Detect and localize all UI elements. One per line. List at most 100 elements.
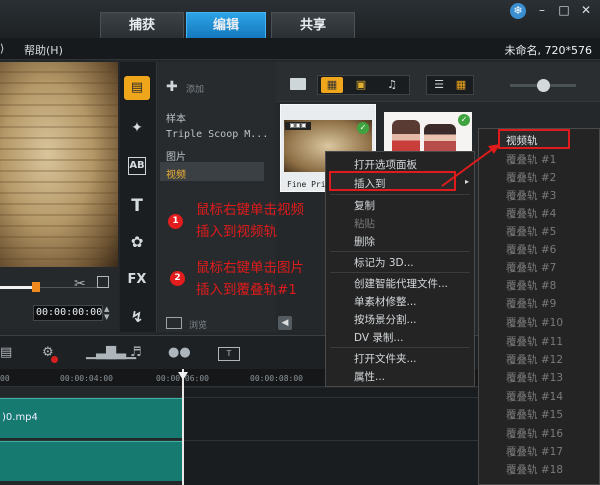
settings-icon[interactable]: ❄ (510, 3, 526, 19)
submenu-overlay-track[interactable]: 覆叠轨 #10 (506, 315, 563, 330)
timecode-field[interactable]: 00:00:00:00 (33, 305, 103, 321)
media-library-icon[interactable]: ▤ (124, 76, 150, 100)
add-label[interactable]: 添加 (186, 82, 204, 95)
submenu-overlay-track[interactable]: 覆叠轨 #3 (506, 188, 556, 203)
record-dot-icon (51, 356, 58, 363)
step-badge: 2 (170, 271, 185, 286)
submenu-overlay-track[interactable]: 覆叠轨 #9 (506, 296, 556, 311)
browse-icon[interactable] (166, 317, 182, 329)
scissors-icon[interactable]: ✂ (74, 276, 86, 292)
list-view-icon[interactable]: ☰ (430, 77, 448, 93)
menu-trim[interactable]: 单素材修整... (354, 294, 417, 309)
tab-edit[interactable]: 编辑 (186, 12, 266, 38)
motion-tracking-icon[interactable]: ●● (168, 345, 191, 363)
overlay-track-clip[interactable] (0, 441, 184, 481)
used-check-icon: ✓ (357, 122, 369, 134)
ruler-tick-label: 00:00:04:00 (60, 374, 113, 383)
submenu-overlay-track[interactable]: 覆叠轨 #7 (506, 260, 556, 275)
tab-share[interactable]: 共享 (271, 12, 355, 38)
tab-capture[interactable]: 捕获 (100, 12, 184, 38)
title-icon[interactable]: T (124, 194, 150, 218)
submenu-overlay-track[interactable]: 覆叠轨 #12 (506, 352, 563, 367)
submenu-overlay-track[interactable]: 覆叠轨 #2 (506, 170, 556, 185)
subtitle-editor-icon[interactable]: T (218, 347, 240, 361)
timeline-tool-icon[interactable]: ▤ (0, 345, 12, 363)
annotation-text: 插入到视频轨 (196, 224, 277, 240)
menu-scene-split[interactable]: 按场景分割... (354, 312, 417, 327)
menu-insert-to[interactable]: 插入到 (354, 176, 386, 191)
menu-properties[interactable]: 属性... (354, 369, 385, 384)
submenu-overlay-track[interactable]: 覆叠轨 #8 (506, 278, 556, 293)
filter-video-icon[interactable]: ▦ (321, 77, 343, 93)
menu-separator (330, 272, 470, 273)
transition-icon[interactable]: AB (128, 157, 146, 175)
submenu-overlay-track[interactable]: 覆叠轨 #1 (506, 152, 556, 167)
instant-project-icon[interactable]: ✦ (124, 116, 150, 140)
menu-separator (330, 251, 470, 252)
menu-item-partial[interactable]: ⟩ (0, 42, 4, 55)
add-icon[interactable]: ✚ (166, 79, 178, 95)
grid-view-icon[interactable]: ▦ (452, 77, 470, 93)
submenu-overlay-track[interactable]: 覆叠轨 #6 (506, 242, 556, 257)
scrub-handle[interactable] (32, 282, 40, 292)
project-info: 未命名, 720*576 (504, 44, 592, 57)
submenu-overlay-track[interactable]: 覆叠轨 #14 (506, 389, 563, 404)
annotation-text: 鼠标右键单击视频 (196, 202, 304, 218)
library-item-triple-scoop[interactable]: Triple Scoop M... (166, 129, 268, 140)
submenu-overlay-track[interactable]: 覆叠轨 #13 (506, 370, 563, 385)
ruler-tick-label: 00:00:08:00 (250, 374, 303, 383)
menu-copy[interactable]: 复制 (354, 198, 375, 213)
thumbnail-size-handle[interactable] (537, 79, 550, 92)
motion-path-icon[interactable]: ↯ (124, 305, 150, 329)
menu-help[interactable]: 帮助(H) (24, 42, 63, 58)
scroll-left-button[interactable]: ◀ (278, 316, 292, 330)
menu-open-options[interactable]: 打开选项面板 (354, 157, 417, 172)
playhead-line[interactable] (182, 369, 184, 485)
ruler-tick-label: 00 (0, 374, 10, 383)
step-badge: 1 (168, 214, 183, 229)
scrub-progress (0, 286, 36, 289)
timecode-stepper[interactable]: ▲ ▼ (104, 305, 112, 321)
audio-mixer-icon[interactable]: ▁▃▇▃▁ (86, 345, 136, 363)
video-editor-window: 捕获 编辑 共享 ❄ – □ ✕ ⟩ 帮助(H) 未命名, 720*576 ✂ … (0, 0, 600, 485)
library-item-samples[interactable]: 样本 (166, 110, 186, 125)
preview-texture (0, 62, 118, 267)
scrub-track[interactable] (36, 287, 106, 288)
annotation-arrow-icon (441, 144, 500, 187)
auto-music-icon[interactable]: ♬ (130, 345, 142, 363)
menu-separator (330, 347, 470, 348)
browse-label[interactable]: 浏览 (189, 318, 207, 331)
submenu-overlay-track[interactable]: 覆叠轨 #15 (506, 407, 563, 422)
submenu-overlay-track[interactable]: 覆叠轨 #17 (506, 444, 563, 459)
video-badge: ▣▣▣ (285, 122, 311, 130)
copy-icon[interactable] (97, 276, 109, 288)
used-check-icon: ✓ (458, 114, 470, 126)
graphics-icon[interactable]: ✿ (124, 230, 150, 254)
folder-icon[interactable] (290, 78, 306, 90)
minimize-button[interactable]: – (534, 4, 550, 18)
thumbnail-label: Fine Pri (287, 180, 326, 189)
maximize-button[interactable]: □ (556, 4, 572, 18)
annotation-text: 鼠标右键单击图片 (196, 260, 304, 276)
menu-smart-proxy[interactable]: 创建智能代理文件... (354, 276, 448, 291)
context-menu-highlight[interactable] (329, 171, 456, 191)
menu-mark-3d[interactable]: 标记为 3D... (354, 255, 414, 270)
submenu-overlay-track[interactable]: 覆叠轨 #4 (506, 206, 556, 221)
menu-paste[interactable]: 粘贴 (354, 216, 375, 231)
library-item-video[interactable]: 视频 (166, 166, 186, 181)
menu-dv-record[interactable]: DV 录制... (354, 330, 403, 345)
filter-fx-icon[interactable]: FX (124, 268, 150, 292)
submenu-overlay-track[interactable]: 覆叠轨 #16 (506, 426, 563, 441)
submenu-overlay-track[interactable]: 覆叠轨 #18 (506, 462, 563, 477)
close-button[interactable]: ✕ (578, 4, 594, 18)
menu-open-folder[interactable]: 打开文件夹... (354, 351, 417, 366)
menu-delete[interactable]: 删除 (354, 234, 375, 249)
filter-audio-icon[interactable]: ♫ (381, 77, 403, 93)
submenu-overlay-track[interactable]: 覆叠轨 #11 (506, 334, 563, 349)
menu-separator (330, 194, 470, 195)
filter-image-icon[interactable]: ▣ (350, 77, 372, 93)
annotation-text: 插入到覆叠轨#1 (196, 282, 297, 298)
submenu-overlay-track[interactable]: 覆叠轨 #5 (506, 224, 556, 239)
submenu-video-track[interactable]: 视频轨 (506, 133, 538, 148)
library-item-images[interactable]: 图片 (166, 148, 186, 163)
